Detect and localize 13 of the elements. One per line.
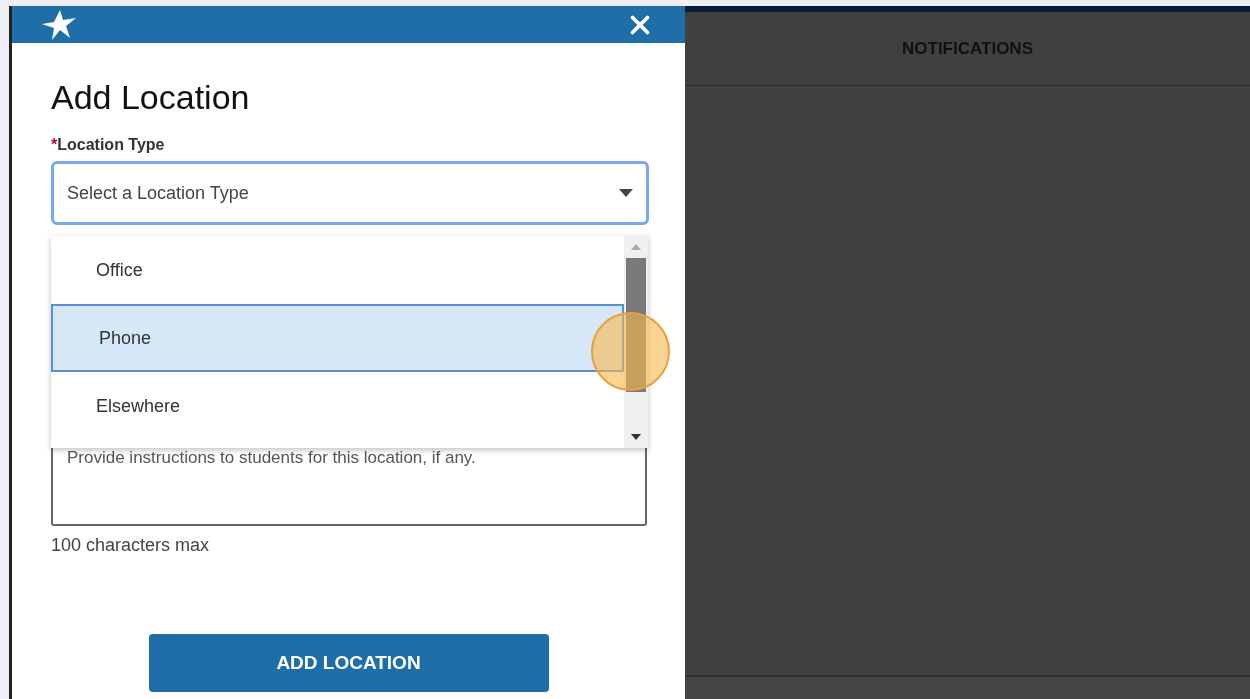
scroll-up-icon <box>631 244 641 250</box>
dropdown-option[interactable]: Office <box>51 236 624 304</box>
scrollbar-thumb[interactable] <box>626 258 646 392</box>
helper-text: 100 characters max <box>51 534 211 557</box>
add-location-button[interactable]: ADD LOCATION <box>148 634 549 692</box>
caret-icon <box>619 189 633 197</box>
scroll-down-icon <box>631 434 641 440</box>
required-mark: * <box>51 135 58 155</box>
dropdown-option[interactable]: Phone <box>51 304 624 372</box>
dialog-title: Add Location <box>51 77 251 117</box>
field-label: Location Type <box>57 135 165 155</box>
location-type-select[interactable]: Select a Location Type <box>51 161 649 225</box>
star-logo-icon <box>42 9 78 40</box>
